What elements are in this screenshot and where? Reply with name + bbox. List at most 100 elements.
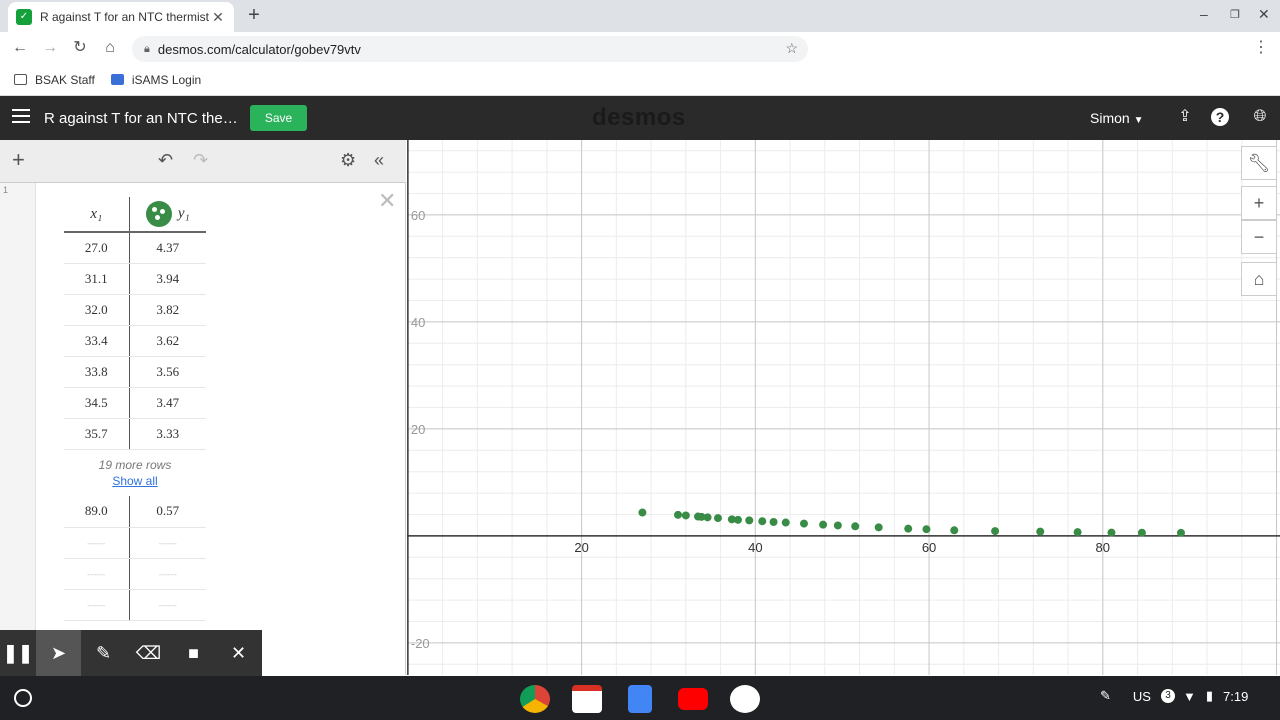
user-menu[interactable]: Simon ▼ bbox=[1090, 110, 1143, 126]
locale-label: US bbox=[1132, 688, 1151, 704]
column-header-x[interactable]: x₁ bbox=[64, 197, 130, 233]
table-cell-x[interactable]: 33.8 bbox=[64, 356, 130, 388]
address-bar[interactable]: 🔒︎ desmos.com/calculator/gobev79vtv ☆ bbox=[132, 36, 808, 62]
battery-icon: ▮ bbox=[1205, 688, 1213, 703]
browser-toolbar: ← → ↻ ⌂ 🔒︎ desmos.com/calculator/gobev79… bbox=[0, 32, 1280, 86]
default-zoom-home-icon[interactable]: ⌂ bbox=[1241, 262, 1277, 296]
reload-icon[interactable]: ↻ bbox=[65, 34, 95, 62]
new-tab-button[interactable]: + bbox=[244, 4, 264, 26]
table-cell-empty[interactable]: ------ bbox=[129, 558, 206, 590]
data-point bbox=[1036, 527, 1045, 536]
close-icon[interactable]: ✕ bbox=[216, 630, 261, 676]
minimize-icon[interactable]: – bbox=[1200, 6, 1208, 22]
back-icon[interactable]: ← bbox=[5, 34, 35, 62]
graph-paper[interactable]: 20 40 60 80 60 40 20 -20 bbox=[407, 140, 1280, 675]
data-point bbox=[950, 526, 959, 535]
graph-svg[interactable]: 20 40 60 80 60 40 20 -20 bbox=[407, 140, 1280, 675]
table-cell-y[interactable]: 3.82 bbox=[129, 294, 206, 326]
table-row-empty: ------ ------ bbox=[64, 589, 206, 621]
launcher-icon[interactable] bbox=[14, 689, 32, 707]
zoom-in-icon[interactable]: + bbox=[1241, 186, 1277, 220]
data-point bbox=[904, 524, 913, 533]
camera-icon[interactable]: ■ bbox=[171, 630, 216, 676]
close-window-icon[interactable]: ✕ bbox=[1258, 6, 1270, 23]
zoom-out-icon[interactable]: − bbox=[1241, 220, 1277, 254]
pause-icon[interactable]: ❚❚ bbox=[0, 630, 36, 676]
table-cell-y[interactable]: 3.94 bbox=[129, 263, 206, 295]
bookmark-star-icon[interactable]: ☆ bbox=[785, 40, 798, 57]
table-cell-empty[interactable]: ------ bbox=[129, 527, 206, 559]
graph-title[interactable]: R against T for an NTC the… bbox=[44, 110, 238, 127]
play-store-app-icon[interactable] bbox=[730, 685, 760, 713]
globe-icon[interactable]: 🌐︎ bbox=[1249, 106, 1271, 128]
table-cell-empty[interactable]: ------ bbox=[64, 527, 130, 559]
data-point bbox=[674, 510, 683, 519]
column-header-y[interactable]: y₁ bbox=[129, 197, 206, 233]
settings-gear-icon[interactable]: ⚙ bbox=[340, 150, 356, 171]
point-style-icon[interactable] bbox=[145, 201, 172, 227]
youtube-app-icon[interactable] bbox=[678, 688, 708, 710]
table-row: 89.0 0.57 bbox=[64, 496, 206, 528]
docs-app-icon[interactable] bbox=[628, 685, 652, 713]
y-tick-label: 40 bbox=[411, 315, 425, 330]
close-tab-icon[interactable]: ✕ bbox=[210, 9, 226, 26]
x-tick-label: 80 bbox=[1096, 540, 1110, 555]
expression-panel: + ↶ ↷ ⚙ « 1 ✕ x₁ y₁ 27.0 4.37 31.1 3.94 32… bbox=[0, 140, 406, 675]
share-icon[interactable]: ⇪ bbox=[1174, 106, 1196, 128]
data-point bbox=[758, 517, 767, 526]
table-cell-empty[interactable]: ------ bbox=[64, 558, 130, 590]
data-point bbox=[991, 527, 1000, 536]
chrome-app-icon[interactable] bbox=[520, 685, 550, 713]
table-cell-y[interactable]: 3.62 bbox=[129, 325, 206, 357]
bookmark-isams-login[interactable]: iSAMS Login bbox=[110, 73, 201, 87]
table-cell-empty[interactable]: ------ bbox=[64, 589, 130, 621]
table-cell-x[interactable]: 33.4 bbox=[64, 325, 130, 357]
eraser-icon[interactable]: ⌫ bbox=[126, 630, 171, 676]
add-item-icon[interactable]: + bbox=[12, 147, 25, 173]
table-row: 33.8 3.56 bbox=[64, 356, 206, 388]
forward-icon[interactable]: → bbox=[35, 34, 65, 62]
undo-icon[interactable]: ↶ bbox=[158, 150, 173, 171]
system-tray[interactable]: ✎ US 3 ▼ ▮ 7:19 bbox=[1100, 688, 1258, 704]
data-point bbox=[799, 519, 808, 528]
more-menu-icon[interactable]: ⋮ bbox=[1246, 34, 1276, 62]
table-cell-x[interactable]: 34.5 bbox=[64, 387, 130, 419]
help-icon[interactable]: ? bbox=[1211, 108, 1229, 126]
table-cell-y[interactable]: 3.56 bbox=[129, 356, 206, 388]
save-button[interactable]: Save bbox=[250, 105, 307, 131]
table-cell-x[interactable]: 89.0 bbox=[64, 496, 130, 528]
graph-settings-wrench-icon[interactable]: 🔧︎ bbox=[1241, 146, 1277, 180]
table-cell-y[interactable]: 4.37 bbox=[129, 232, 206, 264]
table-cell-x[interactable]: 27.0 bbox=[64, 232, 130, 264]
redo-icon[interactable]: ↷ bbox=[193, 150, 208, 171]
home-icon[interactable]: ⌂ bbox=[95, 34, 125, 62]
folder-icon bbox=[14, 74, 27, 85]
bookmark-bsak-staff[interactable]: BSAK Staff bbox=[14, 73, 95, 87]
table-cell-y[interactable]: 3.47 bbox=[129, 387, 206, 419]
table-cell-empty[interactable]: ------ bbox=[129, 589, 206, 621]
restore-icon[interactable]: ❐ bbox=[1230, 8, 1240, 21]
data-point bbox=[745, 516, 754, 525]
hamburger-menu-icon[interactable] bbox=[12, 109, 30, 125]
table-cell-x[interactable]: 35.7 bbox=[64, 418, 130, 450]
table-cell-x[interactable]: 31.1 bbox=[64, 263, 130, 295]
show-all-link[interactable]: Show all bbox=[64, 474, 206, 488]
pen-icon[interactable]: ✎ bbox=[81, 630, 126, 676]
data-point bbox=[713, 514, 722, 523]
table-cell-y[interactable]: 3.33 bbox=[129, 418, 206, 450]
gmail-app-icon[interactable] bbox=[572, 685, 602, 713]
table-row: 32.0 3.82 bbox=[64, 294, 206, 326]
collapse-panel-icon[interactable]: « bbox=[374, 150, 384, 171]
delete-table-icon[interactable]: ✕ bbox=[378, 188, 396, 214]
data-point bbox=[833, 521, 842, 530]
desmos-logo: desmos bbox=[592, 104, 686, 131]
bookmark-label: BSAK Staff bbox=[35, 72, 95, 87]
table-cell-y[interactable]: 0.57 bbox=[129, 496, 206, 528]
pointer-icon[interactable]: ➤ bbox=[36, 630, 81, 676]
table-cell-x[interactable]: 32.0 bbox=[64, 294, 130, 326]
stylus-icon[interactable]: ✎ bbox=[1100, 688, 1111, 704]
notification-count: 3 bbox=[1160, 689, 1175, 703]
table-row-empty: ------ ------ bbox=[64, 558, 206, 590]
data-point bbox=[922, 525, 931, 534]
browser-tab[interactable]: ✓ R against T for an NTC thermist ✕ bbox=[8, 2, 234, 32]
